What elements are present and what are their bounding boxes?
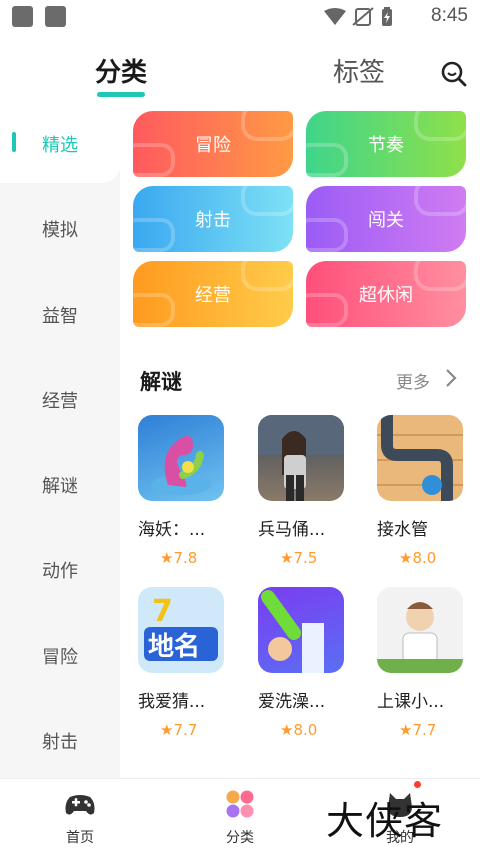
- nav-home[interactable]: 首页: [0, 779, 160, 853]
- category-levels-button[interactable]: 闯关: [306, 186, 466, 252]
- app-icon-bath[interactable]: [258, 587, 344, 673]
- app-icon-class[interactable]: [377, 587, 463, 673]
- app-name: 海妖：...: [138, 520, 206, 540]
- app-icon-siren[interactable]: [138, 415, 224, 501]
- sidebar-item-management[interactable]: 经营: [0, 387, 120, 413]
- sidebar-item-action[interactable]: 动作: [0, 557, 120, 583]
- tab-categories[interactable]: 分类: [95, 52, 147, 89]
- app-icon-guess-place[interactable]: 7 地名: [138, 587, 224, 673]
- category-hypercasual-button[interactable]: 超休闲: [306, 261, 466, 327]
- sidebar-item-featured[interactable]: 精选: [0, 131, 120, 157]
- category-label: 经营: [195, 285, 231, 306]
- app-rating: ★8.0: [280, 721, 318, 739]
- notification-dot: [414, 781, 421, 788]
- section-title: 解谜: [140, 370, 182, 394]
- app-rating: ★7.5: [280, 549, 318, 567]
- category-management-button[interactable]: 经营: [133, 261, 293, 327]
- app-icon-pipes[interactable]: [377, 415, 463, 501]
- app-name: 接水管: [377, 520, 428, 540]
- sidebar-item-shooting[interactable]: 射击: [0, 728, 120, 754]
- app-rating: ★7.8: [160, 549, 198, 567]
- sidebar-item-simulation[interactable]: 模拟: [0, 216, 120, 242]
- nav-label: 分类: [226, 830, 254, 846]
- tab-tags[interactable]: 标签: [333, 52, 385, 89]
- category-label: 射击: [195, 210, 231, 231]
- app-name: 上课小...: [377, 692, 445, 712]
- search-icon[interactable]: [440, 60, 468, 88]
- svg-text:7: 7: [152, 594, 173, 629]
- notification-square-icon: [45, 6, 66, 27]
- app-rating: ★7.7: [160, 721, 198, 739]
- app-rating: ★7.7: [399, 721, 437, 739]
- nav-label: 首页: [66, 830, 94, 846]
- category-sidebar: [0, 108, 120, 778]
- sidebar-item-adventure[interactable]: 冒险: [0, 643, 120, 669]
- nav-categories[interactable]: 分类: [160, 779, 320, 853]
- wifi-icon: [324, 8, 346, 25]
- category-label: 闯关: [368, 210, 404, 231]
- status-time: 8:45: [431, 5, 468, 26]
- app-name: 兵马俑...: [258, 520, 326, 540]
- category-label: 节奏: [368, 135, 404, 156]
- notification-square-icon: [12, 6, 33, 27]
- more-link[interactable]: 更多: [396, 368, 430, 393]
- app-name: 我爱猜...: [138, 692, 206, 712]
- app-rating: ★8.0: [399, 549, 437, 567]
- gamepad-icon: [65, 795, 95, 815]
- category-label: 冒险: [195, 135, 231, 156]
- app-icon-terracotta[interactable]: [258, 415, 344, 501]
- status-bar: 8:45: [0, 0, 480, 34]
- chevron-right-icon[interactable]: [444, 368, 458, 388]
- watermark: 大侠客: [326, 799, 444, 843]
- category-shooting-button[interactable]: 射击: [133, 186, 293, 252]
- sidebar-item-puzzle[interactable]: 益智: [0, 302, 120, 328]
- active-tab-indicator: [97, 92, 145, 97]
- category-adventure-button[interactable]: 冒险: [133, 111, 293, 177]
- category-rhythm-button[interactable]: 节奏: [306, 111, 466, 177]
- status-icons: [324, 7, 392, 26]
- sidebar-item-mystery[interactable]: 解谜: [0, 472, 120, 498]
- app-name: 爱洗澡...: [258, 692, 326, 712]
- top-tab-bar: 分类 标签: [0, 34, 480, 108]
- svg-text:地名: 地名: [148, 631, 200, 662]
- category-label: 超休闲: [359, 285, 413, 306]
- category-icon: [226, 790, 254, 818]
